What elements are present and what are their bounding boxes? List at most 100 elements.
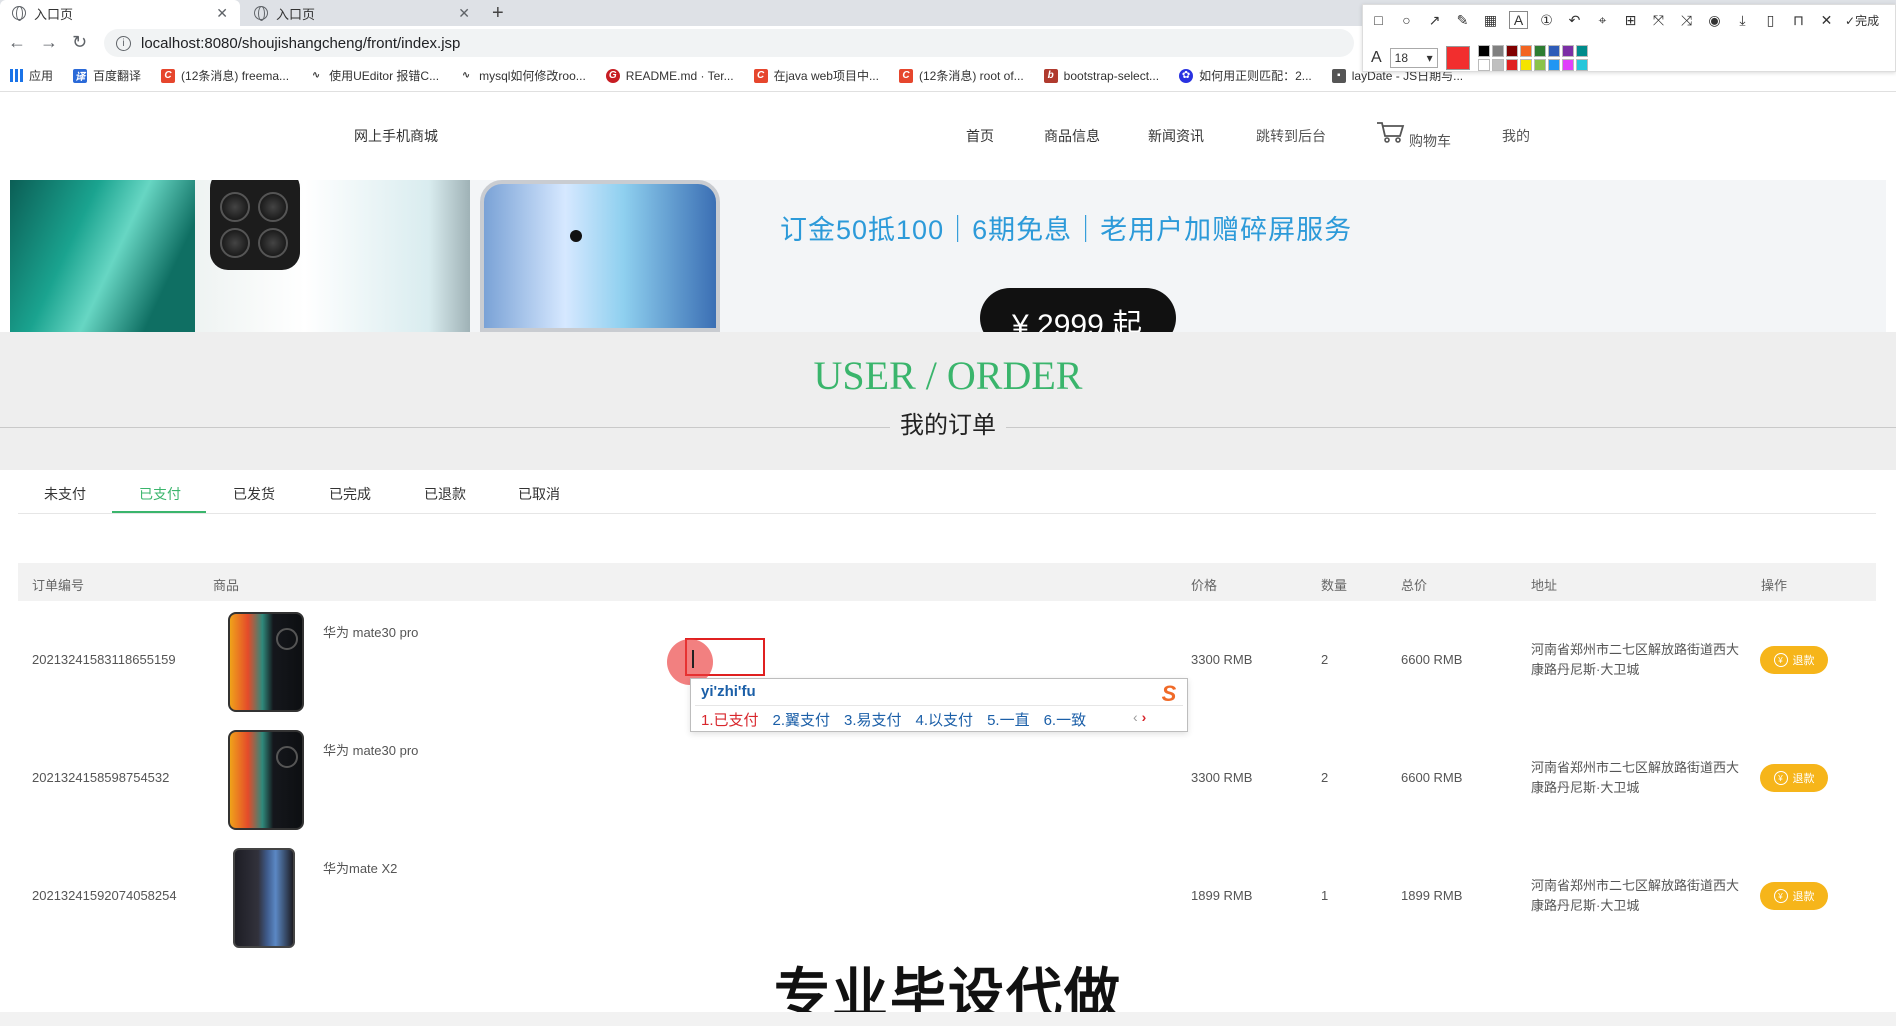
bookmark-page-icon: ∿	[461, 70, 471, 81]
record-icon[interactable]: ◉	[1705, 12, 1724, 29]
mosaic-tool-icon[interactable]: ▦	[1481, 12, 1500, 29]
chevron-right-icon[interactable]: ›	[1142, 709, 1147, 725]
tab-paid[interactable]: 已支付	[139, 484, 181, 504]
product-image[interactable]	[228, 612, 304, 712]
ime-candidate[interactable]: 6.一致	[1044, 709, 1087, 730]
translate-tool-icon[interactable]: ⤨	[1677, 12, 1696, 29]
apps-grid-icon	[10, 69, 23, 82]
color-swatch[interactable]	[1547, 45, 1560, 57]
color-swatch[interactable]	[1561, 59, 1574, 71]
color-swatch[interactable]	[1533, 59, 1546, 71]
chevron-left-icon[interactable]: ‹	[1133, 709, 1138, 725]
bookmark-item[interactable]: ∿ mysql如何修改roo...	[459, 67, 586, 84]
text-tool-icon[interactable]: A	[1509, 11, 1528, 29]
color-swatch[interactable]	[1519, 59, 1532, 71]
refund-button[interactable]: ¥ 退款	[1760, 764, 1828, 792]
bookmark-item[interactable]: ✿ 如何用正则匹配：2...	[1179, 67, 1312, 84]
nav-home[interactable]: 首页	[966, 126, 994, 146]
color-swatch[interactable]	[1533, 45, 1546, 57]
ime-candidate[interactable]: 3.易支付	[844, 709, 902, 730]
done-button[interactable]: ✓完成	[1845, 12, 1879, 29]
color-swatch[interactable]	[1547, 59, 1560, 71]
ime-candidate[interactable]: 5.一直	[987, 709, 1030, 730]
nav-mine[interactable]: 我的	[1502, 126, 1530, 146]
close-icon[interactable]: ✕	[216, 5, 228, 22]
tab-cancelled[interactable]: 已取消	[518, 484, 560, 504]
refund-button[interactable]: ¥ 退款	[1760, 646, 1828, 674]
close-icon[interactable]: ✕	[458, 5, 470, 22]
reload-icon[interactable]: ↻	[72, 32, 87, 53]
browser-tab-title: 入口页	[276, 6, 316, 22]
browser-tab-2[interactable]: 入口页 ✕	[242, 0, 482, 26]
color-swatch[interactable]	[1505, 45, 1518, 57]
bookmark-item[interactable]: G README.md · Ter...	[605, 68, 734, 83]
browser-tab-1[interactable]: 入口页 ✕	[0, 0, 240, 26]
site-title[interactable]: 网上手机商城	[354, 126, 438, 146]
download-icon[interactable]: ⤓	[1733, 12, 1752, 29]
nav-products[interactable]: 商品信息	[1044, 126, 1100, 146]
ocr-icon[interactable]: ⊞	[1621, 12, 1640, 29]
product-image[interactable]	[233, 848, 295, 948]
undo-icon[interactable]: ↶	[1565, 12, 1584, 29]
color-swatch[interactable]	[1477, 59, 1490, 71]
current-color-swatch[interactable]	[1445, 46, 1470, 70]
color-swatch[interactable]	[1519, 45, 1532, 57]
color-swatch[interactable]	[1575, 59, 1588, 71]
close-icon[interactable]: ✕	[1817, 12, 1836, 29]
ime-candidate[interactable]: 1.已支付	[701, 709, 759, 730]
pin-icon[interactable]: ⌖	[1593, 12, 1612, 29]
url-input[interactable]: i localhost:8080/shoujishangcheng/front/…	[104, 29, 1354, 57]
bookmark-item[interactable]: C (12条消息) freema...	[161, 67, 289, 84]
rectangle-tool-icon[interactable]: □	[1369, 12, 1388, 28]
browser-tab-title: 入口页	[34, 6, 74, 22]
nav-news[interactable]: 新闻资讯	[1148, 126, 1204, 146]
color-swatch[interactable]	[1561, 45, 1574, 57]
cart-icon[interactable]	[1376, 120, 1406, 144]
phone-icon[interactable]: ▯	[1761, 12, 1780, 29]
translate-icon: 译	[73, 68, 88, 83]
color-palette	[1477, 45, 1588, 71]
text-caret	[692, 650, 694, 668]
nav-admin[interactable]: 跳转到后台	[1256, 126, 1326, 146]
font-size-select[interactable]: 18 ▾	[1389, 48, 1438, 68]
product-name[interactable]: 华为mate X2	[323, 858, 397, 877]
color-swatch[interactable]	[1575, 45, 1588, 57]
ime-page-arrows[interactable]: ‹ ›	[1133, 709, 1146, 725]
promo-banner[interactable]: 订金50抵100｜6期免息｜老用户加赠碎屏服务 ¥ 2999 起	[10, 180, 1886, 332]
bookmark-item[interactable]: C 在java web项目中...	[753, 67, 879, 84]
ime-candidate[interactable]: 2.翼支付	[773, 709, 831, 730]
order-number: 20213241583118655159	[32, 652, 176, 667]
table-header: 订单编号 商品 价格 数量 总价 地址 操作	[18, 563, 1876, 601]
bookmark-apps[interactable]: 应用	[10, 67, 53, 84]
bookmark-item[interactable]: ∿ 使用UEditor 报错C...	[309, 67, 439, 84]
color-swatch[interactable]	[1491, 59, 1504, 71]
color-swatch[interactable]	[1491, 45, 1504, 57]
nav-cart[interactable]: 购物车	[1409, 131, 1451, 151]
total-price: 1899 RMB	[1401, 888, 1463, 903]
bookmark-icon[interactable]: ⊓	[1789, 12, 1808, 29]
product-name[interactable]: 华为 mate30 pro	[323, 622, 418, 641]
color-swatch[interactable]	[1477, 45, 1490, 57]
tab-refunded[interactable]: 已退款	[424, 484, 466, 504]
arrow-tool-icon[interactable]: ↗	[1425, 12, 1444, 29]
tab-unpaid[interactable]: 未支付	[44, 484, 86, 504]
refund-button[interactable]: ¥ 退款	[1760, 882, 1828, 910]
forward-arrow-icon[interactable]: →	[40, 32, 58, 53]
ellipse-tool-icon[interactable]: ○	[1397, 12, 1416, 28]
number-tool-icon[interactable]: ①	[1537, 12, 1556, 29]
long-screenshot-icon[interactable]: ⤧	[1649, 12, 1668, 29]
price: 3300 RMB	[1191, 652, 1253, 667]
info-icon[interactable]: i	[116, 35, 131, 51]
color-swatch[interactable]	[1505, 59, 1518, 71]
new-tab-button[interactable]: +	[492, 0, 504, 26]
product-image[interactable]	[228, 730, 304, 830]
pen-tool-icon[interactable]: ✎	[1453, 12, 1472, 29]
ime-candidate[interactable]: 4.以支付	[916, 709, 974, 730]
back-arrow-icon[interactable]: ←	[8, 32, 26, 53]
product-name[interactable]: 华为 mate30 pro	[323, 740, 418, 759]
bookmark-item[interactable]: b bootstrap-select...	[1043, 68, 1159, 83]
bookmark-item[interactable]: C (12条消息) root of...	[898, 67, 1024, 84]
bookmark-item[interactable]: 译百度翻译	[73, 67, 141, 84]
tab-completed[interactable]: 已完成	[329, 484, 371, 504]
tab-shipped[interactable]: 已发货	[233, 484, 275, 504]
